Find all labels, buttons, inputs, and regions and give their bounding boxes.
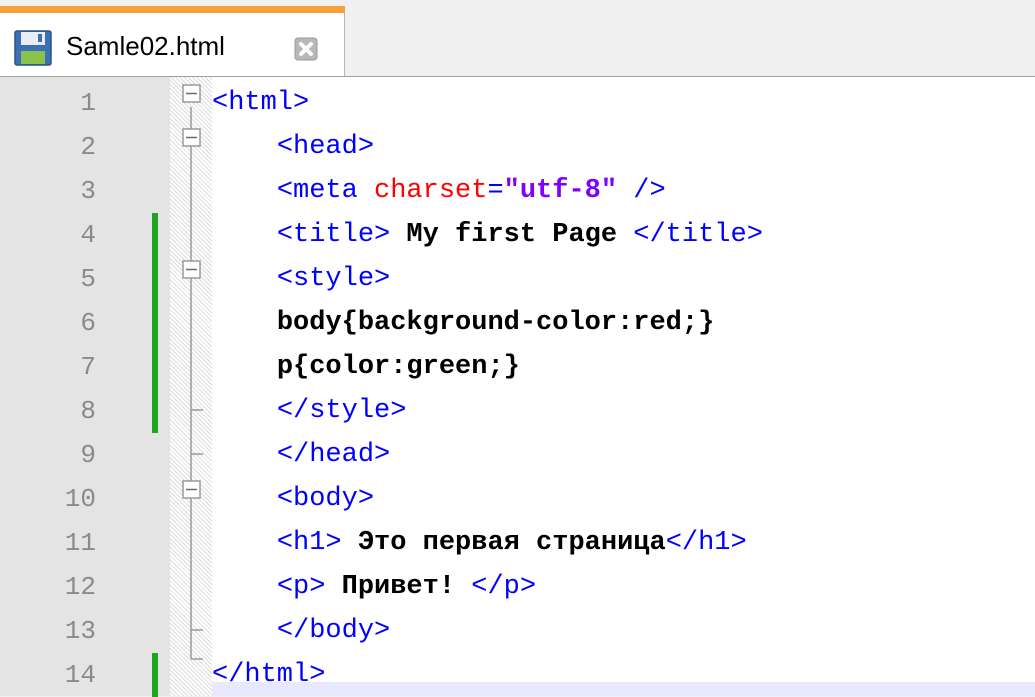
token-tag: <head> xyxy=(276,132,375,162)
code-text: <meta charset="utf-8" /> xyxy=(212,169,666,213)
close-icon[interactable] xyxy=(294,37,318,61)
token-tag: </p> xyxy=(471,572,537,602)
token-txt: Привет! xyxy=(325,572,472,602)
code-text: body{background-color:red;} xyxy=(212,301,714,345)
code-text: <body> xyxy=(212,477,374,521)
code-line[interactable]: 7 p{color:green;} xyxy=(0,345,1035,389)
token-txt: My first Page xyxy=(390,220,634,250)
tab-title: Samle02.html xyxy=(66,31,225,61)
code-text: <p> Привет! </p> xyxy=(212,565,536,609)
line-number: 3 xyxy=(80,176,96,206)
code-text: <title> My first Page </title> xyxy=(212,213,763,257)
token-txt: Это первая страница xyxy=(341,528,666,558)
line-number: 2 xyxy=(80,132,96,162)
token-tag: <title> xyxy=(276,220,391,250)
token-tag: </h1> xyxy=(665,528,747,558)
code-editor[interactable]: 1 <html> 2 <head> 3 <meta charset="utf-8" /… xyxy=(0,76,1035,697)
line-number: 8 xyxy=(80,396,96,426)
code-text: <h1> Это первая страница</h1> xyxy=(212,521,747,565)
code-text: </html> xyxy=(212,653,325,697)
token-tag: <p> xyxy=(276,572,326,602)
code-line[interactable]: 14 </html> xyxy=(0,653,1035,697)
line-number: 4 xyxy=(80,220,96,250)
code-text: </body> xyxy=(212,609,390,653)
code-text: </style> xyxy=(212,389,407,433)
change-marker xyxy=(152,213,158,257)
code-line[interactable]: 6 body{background-color:red;} xyxy=(0,301,1035,345)
code-line[interactable]: 1 <html> xyxy=(0,81,1035,125)
change-marker xyxy=(152,653,158,697)
token-tag: </title> xyxy=(633,220,763,250)
line-number: 12 xyxy=(64,572,96,602)
file-tab[interactable]: Samle02.html xyxy=(0,6,345,76)
code-text: <style> xyxy=(212,257,390,301)
line-number: 11 xyxy=(64,528,96,558)
token-attr: charset xyxy=(374,176,488,206)
code-line[interactable]: 9 </head> xyxy=(0,433,1035,477)
code-text: </head> xyxy=(212,433,390,477)
token-tag: <h1> xyxy=(276,528,342,558)
code-line[interactable]: 5 <style> xyxy=(0,257,1035,301)
line-number: 5 xyxy=(80,264,96,294)
change-marker xyxy=(152,345,158,389)
tab-bar: Samle02.html xyxy=(0,0,1035,76)
token-val: "utf-8" xyxy=(503,176,618,206)
token-tag: <html> xyxy=(212,88,310,118)
code-line[interactable]: 13 </body> xyxy=(0,609,1035,653)
code-line[interactable]: 10 <body> xyxy=(0,477,1035,521)
token-tag: <meta xyxy=(276,176,375,206)
line-number: 6 xyxy=(80,308,96,338)
line-number: 10 xyxy=(64,484,96,514)
token-tag: </head> xyxy=(276,440,391,470)
code-line[interactable]: 3 <meta charset="utf-8" /> xyxy=(0,169,1035,213)
code-line[interactable]: 2 <head> xyxy=(0,125,1035,169)
code-text: <html> xyxy=(212,81,309,125)
line-number: 9 xyxy=(80,440,96,470)
token-txt: p{color:green;} xyxy=(276,352,520,382)
token-tag: = xyxy=(487,176,504,206)
token-tag: </html> xyxy=(212,660,326,690)
code-text: <head> xyxy=(212,125,374,169)
change-marker xyxy=(152,257,158,301)
token-tag: <style> xyxy=(276,264,391,294)
token-tag: /> xyxy=(617,176,666,206)
token-tag: </body> xyxy=(276,616,391,646)
code-line[interactable]: 12 <p> Привет! </p> xyxy=(0,565,1035,609)
token-tag: <body> xyxy=(276,484,375,514)
change-marker xyxy=(152,301,158,345)
line-number: 14 xyxy=(64,660,96,690)
line-number: 13 xyxy=(64,616,96,646)
line-number: 7 xyxy=(80,352,96,382)
code-line[interactable]: 4 <title> My first Page </title> xyxy=(0,213,1035,257)
change-marker xyxy=(152,389,158,433)
line-number: 1 xyxy=(80,88,96,118)
code-line[interactable]: 8 </style> xyxy=(0,389,1035,433)
save-icon xyxy=(14,30,52,66)
code-line[interactable]: 11 <h1> Это первая страница</h1> xyxy=(0,521,1035,565)
token-txt: body{background-color:red;} xyxy=(276,308,715,338)
token-tag: </style> xyxy=(276,396,407,426)
code-text: p{color:green;} xyxy=(212,345,520,389)
active-tab-indicator xyxy=(0,6,345,13)
